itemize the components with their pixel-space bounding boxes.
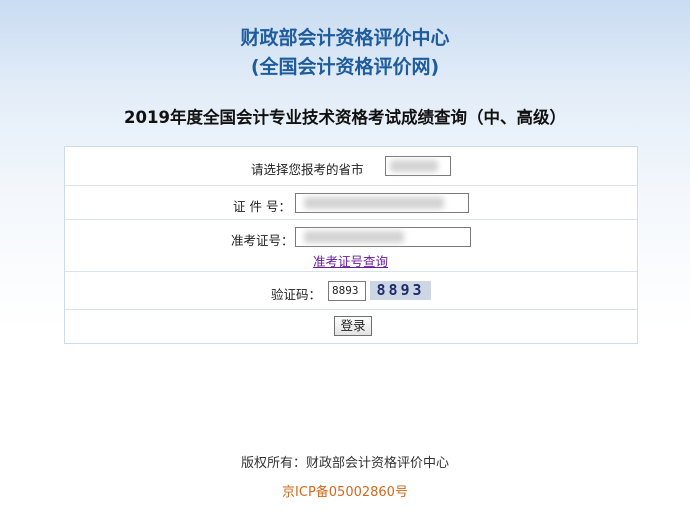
admission-number-label: 准考证号： <box>231 233 294 248</box>
province-label: 请选择您报考的省市 <box>251 162 364 177</box>
captcha-image[interactable]: 8893 <box>370 281 431 300</box>
admission-row: 准考证号： 准考证号查询 <box>65 219 637 272</box>
submit-row: 登录 <box>65 309 637 343</box>
captcha-row: 验证码： 8893 8893 <box>65 271 637 310</box>
id-number-input[interactable] <box>295 193 469 213</box>
province-row: 请选择您报考的省市 <box>65 147 637 186</box>
province-select[interactable] <box>385 156 451 176</box>
admission-number-input[interactable] <box>295 227 471 247</box>
redacted-value <box>390 160 438 172</box>
id-row: 证 件 号： <box>65 185 637 220</box>
icp-number[interactable]: 京ICP备05002860号 <box>0 481 690 500</box>
captcha-label: 验证码： <box>271 287 322 302</box>
admission-lookup-link[interactable]: 准考证号查询 <box>313 251 388 270</box>
id-number-label: 证 件 号： <box>233 199 291 214</box>
redacted-value <box>304 231 404 243</box>
org-title: 财政部会计资格评价中心 <box>240 27 450 49</box>
copyright-text: 版权所有：财政部会计资格评价中心 <box>240 456 449 471</box>
site-name: (全国会计资格评价网) <box>250 56 440 78</box>
page-title: 2019年度全国会计专业技术资格考试成绩查询（中、高级） <box>124 108 566 127</box>
redacted-value <box>304 197 444 209</box>
captcha-input[interactable]: 8893 <box>328 281 366 301</box>
login-button[interactable]: 登录 <box>334 316 372 336</box>
login-form: 请选择您报考的省市 证 件 号： 准考证号： 准考证号查询 验证码： 8893 … <box>64 146 638 344</box>
